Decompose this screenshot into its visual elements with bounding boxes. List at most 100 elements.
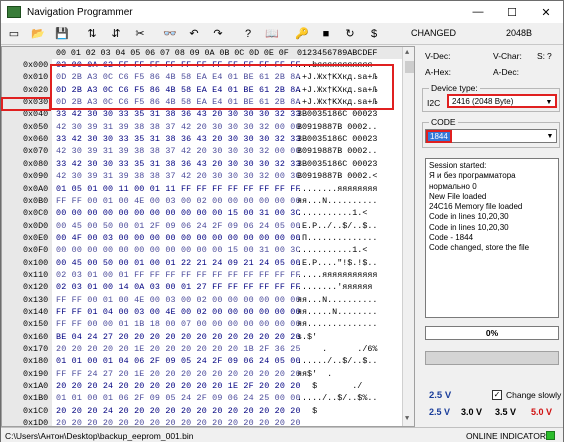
hex-row[interactable]: 0x050 42 30 39 31 39 38 38 37 42 20 30 30… <box>2 122 402 133</box>
row-ascii[interactable]: ........'яяяяяя <box>297 282 372 292</box>
hex-row[interactable]: 0x0D0 00 45 00 50 00 01 2F 09 06 24 2F 09… <box>2 221 402 232</box>
read-icon[interactable]: ⇅ <box>81 24 103 44</box>
scroll-down-icon[interactable]: ▼ <box>405 415 409 423</box>
minimize-button[interactable]: — <box>461 1 495 23</box>
write-icon[interactable]: ⇵ <box>105 24 127 44</box>
code-select[interactable]: 1844 ▼ <box>425 129 557 143</box>
voltage-option[interactable]: 3.0 V <box>461 407 482 417</box>
row-bytes[interactable]: 00 00 00 00 00 00 00 00 00 00 00 15 00 3… <box>56 245 301 255</box>
row-bytes[interactable]: 01 01 00 01 04 06 2F 09 05 24 2F 09 06 2… <box>56 356 301 366</box>
hex-row[interactable]: 0x140 FF FF 01 04 00 03 00 4E 00 02 00 00… <box>2 307 402 318</box>
row-ascii[interactable]: $ ./ <box>297 381 377 391</box>
voltage-option[interactable]: 3.5 V <box>495 407 516 417</box>
row-ascii[interactable]: $ <box>297 406 377 416</box>
hex-row[interactable]: 0x060 33 42 30 30 33 35 31 38 36 43 20 30… <box>2 134 402 145</box>
hex-row[interactable]: 0x160 BE 04 24 27 20 20 20 20 20 20 20 20… <box>2 332 402 343</box>
hex-row[interactable]: 0x110 02 03 01 00 01 FF FF FF FF FF FF FF… <box>2 270 402 281</box>
row-ascii[interactable]: B0919887B 0002.. <box>297 122 377 132</box>
row-ascii[interactable]: ....../..$/..$.. <box>297 356 377 366</box>
hex-row[interactable]: 0x0F0 00 00 00 00 00 00 00 00 00 00 00 15… <box>2 245 402 256</box>
hex-row[interactable]: 0x120 02 03 01 00 14 0A 03 00 01 27 FF FF… <box>2 282 402 293</box>
hex-row[interactable]: 0x180 01 01 00 01 04 06 2F 09 05 24 2F 09… <box>2 356 402 367</box>
row-ascii[interactable]: ...../..$/..$%.. <box>297 393 377 403</box>
hex-row[interactable]: 0x0E0 00 4F 00 03 00 00 00 00 00 00 00 00… <box>2 233 402 244</box>
row-ascii[interactable]: яя...N.......... <box>297 295 377 305</box>
row-ascii[interactable]: яя$' . <box>297 369 377 379</box>
row-ascii[interactable]: ...........1.< <box>297 208 367 218</box>
hex-scrollbar[interactable]: ▲ ▼ <box>402 47 414 426</box>
row-ascii[interactable]: 3B0035186C 00023 <box>297 134 377 144</box>
row-ascii[interactable]: 3B0035186C 00023 <box>297 109 377 119</box>
row-bytes[interactable]: 01 01 00 01 06 2F 09 05 24 2F 09 06 24 2… <box>56 393 301 403</box>
hex-row[interactable]: 0x100 00 45 00 50 00 01 00 01 22 21 24 09… <box>2 258 402 269</box>
row-ascii[interactable]: яя...N.......... <box>297 196 377 206</box>
row-ascii[interactable]: .П.............. <box>297 233 377 243</box>
row-ascii[interactable]: B0919887B 0002.. <box>297 146 377 156</box>
row-ascii[interactable]: ѕ.$' <box>297 332 377 342</box>
change-slowly-checkbox[interactable]: ✓ <box>492 390 502 400</box>
hex-row[interactable]: 0x070 42 30 39 31 39 38 38 37 42 20 30 30… <box>2 146 402 157</box>
voltage-option[interactable]: 2.5 V <box>429 407 450 417</box>
row-bytes[interactable]: FF FF 01 04 00 03 00 4E 00 02 00 00 00 0… <box>56 307 301 317</box>
row-bytes[interactable]: 42 30 39 31 39 38 38 37 42 20 30 30 30 3… <box>56 146 301 156</box>
row-bytes[interactable]: 42 30 39 31 39 38 38 37 42 20 30 30 30 3… <box>56 171 301 181</box>
hex-row[interactable]: 0x080 33 42 30 30 33 35 31 38 36 43 20 30… <box>2 159 402 170</box>
help-icon[interactable]: ? <box>237 24 259 44</box>
hex-row[interactable]: 0x1B0 01 01 00 01 06 2F 09 05 24 2F 09 06… <box>2 393 402 404</box>
row-bytes[interactable]: BE 04 24 27 20 20 20 20 20 20 20 20 20 2… <box>56 332 301 342</box>
row-bytes[interactable]: FF FF 00 01 00 4E 00 03 00 02 00 00 00 0… <box>56 295 301 305</box>
row-bytes[interactable]: FF FF 00 00 01 1B 18 00 07 00 00 00 00 0… <box>56 319 301 329</box>
row-bytes[interactable]: 01 05 01 00 11 00 01 11 FF FF FF FF FF F… <box>56 184 301 194</box>
redo-icon[interactable]: ↷ <box>207 24 229 44</box>
row-ascii[interactable]: яя.............. <box>297 319 377 329</box>
hex-row[interactable]: 0x1C0 20 20 20 24 20 20 20 20 20 20 20 20… <box>2 406 402 417</box>
row-bytes[interactable]: 20 20 20 20 20 1E 20 20 20 20 20 20 1B 2… <box>56 344 301 354</box>
row-ascii[interactable]: яя.....N........ <box>297 307 377 317</box>
voltage-icon[interactable]: $ <box>363 24 385 44</box>
row-bytes[interactable]: 20 20 20 24 20 20 20 20 20 20 20 20 20 2… <box>56 406 301 416</box>
row-bytes[interactable]: 00 4F 00 03 00 00 00 00 00 00 00 00 00 0… <box>56 233 301 243</box>
hex-row[interactable]: 0x040 33 42 30 30 33 35 31 38 36 43 20 30… <box>2 109 402 120</box>
chip-icon[interactable]: ▭ <box>3 24 25 44</box>
key-icon[interactable]: 🔑 <box>291 24 313 44</box>
row-bytes[interactable]: 02 03 01 00 01 FF FF FF FF FF FF FF FF F… <box>56 270 301 280</box>
row-ascii[interactable]: ...........1.< <box>297 245 367 255</box>
book-icon[interactable]: 📖 <box>261 24 283 44</box>
hex-row[interactable]: 0x170 20 20 20 20 20 1E 20 20 20 20 20 20… <box>2 344 402 355</box>
log-panel[interactable]: Session started: Я и без программатора нор… <box>425 158 559 318</box>
row-bytes[interactable]: FF FF 00 01 00 4E 00 03 00 02 00 00 00 0… <box>56 196 301 206</box>
scroll-up-icon[interactable]: ▲ <box>405 49 409 57</box>
hex-row[interactable]: 0x150 FF FF 00 00 01 1B 18 00 07 00 00 00… <box>2 319 402 330</box>
row-ascii[interactable]: .E.P../..$/..$.. <box>297 221 377 231</box>
hex-row[interactable]: 0x0A0 01 05 01 00 11 00 01 11 FF FF FF FF… <box>2 184 402 195</box>
row-ascii[interactable]: ........яяяяяяяя <box>297 184 377 194</box>
row-bytes[interactable]: 20 20 20 20 20 20 20 20 20 20 20 20 20 2… <box>56 418 301 426</box>
row-bytes[interactable]: 33 42 30 30 33 35 31 38 36 43 20 30 30 3… <box>56 109 301 119</box>
undo-icon[interactable]: ↶ <box>183 24 205 44</box>
voltage-option[interactable]: 5.0 V <box>531 407 552 417</box>
lock-icon[interactable]: ■ <box>315 24 337 44</box>
row-bytes[interactable]: 00 45 00 50 00 01 00 01 22 21 24 09 21 2… <box>56 258 301 268</box>
hex-row[interactable]: 0x090 42 30 39 31 39 38 38 37 42 20 30 30… <box>2 171 402 182</box>
row-ascii[interactable]: . ./6% <box>297 344 377 354</box>
chevron-down-icon[interactable]: ▼ <box>544 130 556 142</box>
hex-row[interactable]: 0x0C0 00 00 00 00 00 00 00 00 00 00 00 15… <box>2 208 402 219</box>
device-type-select[interactable]: 2416 (2048 Byte) ▼ <box>447 94 557 108</box>
row-bytes[interactable]: 42 30 39 31 39 38 38 37 42 20 30 30 30 3… <box>56 122 301 132</box>
maximize-button[interactable]: ☐ <box>495 1 529 23</box>
close-button[interactable]: ✕ <box>529 1 563 23</box>
row-ascii[interactable] <box>297 418 377 426</box>
glasses-icon[interactable]: 👓 <box>159 24 181 44</box>
row-bytes[interactable]: 00 45 00 50 00 01 2F 09 06 24 2F 09 06 2… <box>56 221 301 231</box>
refresh-icon[interactable]: ↻ <box>339 24 361 44</box>
row-bytes[interactable]: 33 42 30 30 33 35 31 38 36 43 20 30 30 3… <box>56 159 301 169</box>
row-ascii[interactable]: .....яяяяяяяяяяя <box>297 270 377 280</box>
hex-row[interactable]: 0x1A0 20 20 20 24 20 20 20 20 20 20 20 1E… <box>2 381 402 392</box>
hex-row[interactable]: 0x190 FF FF 24 27 20 1E 20 20 20 20 20 20… <box>2 369 402 380</box>
row-bytes[interactable]: 33 42 30 30 33 35 31 38 36 43 20 30 30 3… <box>56 134 301 144</box>
row-bytes[interactable]: 20 20 20 24 20 20 20 20 20 20 20 1E 2F 2… <box>56 381 301 391</box>
row-bytes[interactable]: FF FF 24 27 20 1E 20 20 20 20 20 20 20 2… <box>56 369 301 379</box>
row-bytes[interactable]: 02 03 01 00 14 0A 03 00 01 27 FF FF FF F… <box>56 282 301 292</box>
hex-row[interactable]: 0x130 FF FF 00 01 00 4E 00 03 00 02 00 00… <box>2 295 402 306</box>
hex-row[interactable]: 0x1D0 20 20 20 20 20 20 20 20 20 20 20 20… <box>2 418 402 426</box>
